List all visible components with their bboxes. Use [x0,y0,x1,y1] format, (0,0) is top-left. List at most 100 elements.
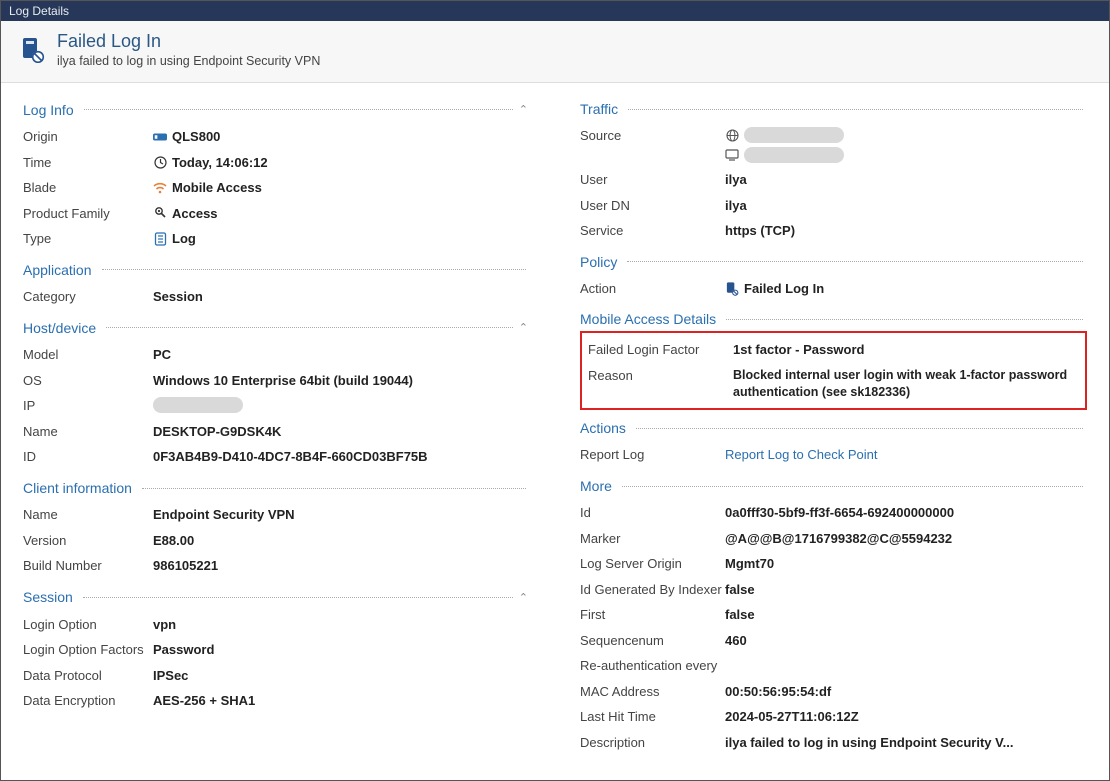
divider [622,486,1083,487]
divider [84,109,513,110]
host-name-label: Name [23,423,153,441]
marker-label: Marker [580,530,725,548]
section-host: Host/device ⌃ Model PC OS Windows 10 Ent… [23,319,530,470]
desc-value: ilya failed to log in using Endpoint Sec… [725,734,1087,752]
login-option-label: Login Option [23,616,153,634]
page-subtitle: ilya failed to log in using Endpoint Sec… [57,54,320,68]
divider [106,327,513,328]
lht-label: Last Hit Time [580,708,725,726]
os-label: OS [23,372,153,390]
data-protocol-value: IPSec [153,667,530,685]
seq-label: Sequencenum [580,632,725,650]
client-name-label: Name [23,506,153,524]
login-option-value: vpn [153,616,530,634]
source-label: Source [580,127,725,145]
family-label: Product Family [23,205,153,223]
user-label: User [580,171,725,189]
host-id-value: 0F3AB4B9-D410-4DC7-8B4F-660CD03BF75B [153,448,530,466]
category-value: Session [153,288,530,306]
failed-factor-label: Failed Login Factor [588,341,733,359]
collapse-toggle[interactable]: ⌃ [517,101,530,118]
seq-value: 460 [725,632,1087,650]
section-session: Session ⌃ Login Option vpn Login Option … [23,589,530,714]
data-encryption-value: AES-256 + SHA1 [153,692,530,710]
login-factors-label: Login Option Factors [23,641,153,659]
section-more: More Id 0a0fff30-5bf9-ff3f-6654-69240000… [580,478,1087,755]
divider [636,428,1083,429]
userdn-value: ilya [725,197,1087,215]
divider [102,269,527,270]
type-label: Type [23,230,153,248]
mac-label: MAC Address [580,683,725,701]
host-icon [725,148,739,162]
section-title: Policy [580,254,623,270]
blade-value: Mobile Access [153,179,530,197]
access-icon [153,206,167,220]
first-label: First [580,606,725,624]
reason-value: Blocked internal user login with weak 1-… [733,367,1079,401]
data-encryption-label: Data Encryption [23,692,153,710]
highlight-box: Failed Login Factor 1st factor - Passwor… [580,331,1087,410]
first-value: false [725,606,1087,624]
redacted-ip [153,397,243,413]
divider [627,261,1083,262]
section-title: Actions [580,420,632,436]
divider [628,109,1083,110]
failed-login-small-icon [725,281,739,295]
divider [83,597,513,598]
more-id-value: 0a0fff30-5bf9-ff3f-6654-692400000000 [725,504,1087,522]
section-policy: Policy Action Failed Log In [580,254,1087,302]
redacted-source2 [744,147,844,163]
page-title: Failed Log In [57,31,320,52]
build-label: Build Number [23,557,153,575]
client-version-value: E88.00 [153,532,530,550]
page-header: Failed Log In ilya failed to log in usin… [1,21,1109,83]
category-label: Category [23,288,153,306]
lso-value: Mgmt70 [725,555,1087,573]
marker-value: @A@@B@1716799382@C@5594232 [725,530,1087,548]
divider [142,488,526,489]
report-log-link[interactable]: Report Log to Check Point [725,446,877,464]
log-icon [153,232,167,246]
service-value: https (TCP) [725,222,1087,240]
failed-factor-value: 1st factor - Password [733,341,1079,359]
idx-value: false [725,581,1087,599]
family-value: Access [153,205,530,223]
action-value: Failed Log In [725,280,1087,298]
ip-label: IP [23,397,153,415]
desc-label: Description [580,734,725,752]
wifi-icon [153,181,167,195]
source-value [725,127,1087,163]
section-title: More [580,478,618,494]
reauth-label: Re-authentication every [580,657,725,675]
ip-value [153,397,530,413]
model-label: Model [23,346,153,364]
globe-icon [725,128,739,142]
reason-label: Reason [588,367,733,385]
model-value: PC [153,346,530,364]
lso-label: Log Server Origin [580,555,725,573]
more-id-label: Id [580,504,725,522]
userdn-label: User DN [580,197,725,215]
section-client: Client information Name Endpoint Securit… [23,480,530,579]
origin-value: QLS800 [153,128,530,146]
client-name-value: Endpoint Security VPN [153,506,530,524]
collapse-toggle[interactable]: ⌃ [517,319,530,336]
lht-value: 2024-05-27T11:06:12Z [725,708,1087,726]
login-factors-value: Password [153,641,530,659]
section-title: Client information [23,480,138,496]
section-title: Log Info [23,102,80,118]
type-value: Log [153,230,530,248]
section-traffic: Traffic Source User [580,101,1087,244]
time-label: Time [23,154,153,172]
device-icon [153,130,167,144]
host-id-label: ID [23,448,153,466]
section-title: Session [23,589,79,605]
report-log-label: Report Log [580,446,725,464]
failed-login-icon [19,37,45,63]
collapse-toggle[interactable]: ⌃ [517,589,530,606]
action-label: Action [580,280,725,298]
clock-icon [153,155,167,169]
section-log-info: Log Info ⌃ Origin QLS800 Time Today, 14:… [23,101,530,252]
data-protocol-label: Data Protocol [23,667,153,685]
